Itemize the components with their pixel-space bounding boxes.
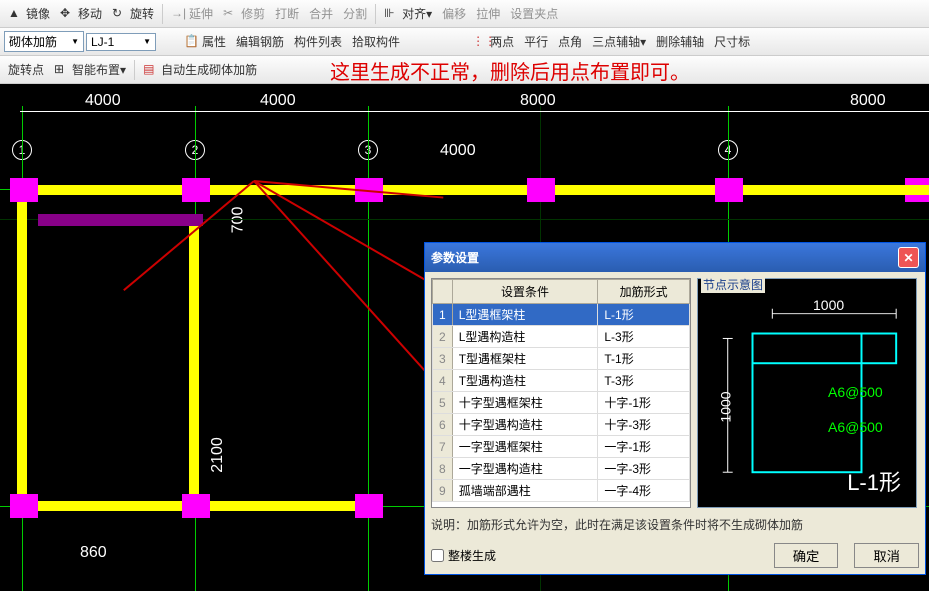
param-dialog: 参数设置 ✕ 设置条件加筋形式 1L型遇框架柱L-1形 2L型遇构造柱L-3形 … (424, 242, 926, 575)
separator (162, 4, 163, 24)
mirror-button[interactable]: ▲镜像 (4, 3, 54, 24)
move-icon: ✥ (60, 6, 76, 22)
mirror-icon: ▲ (8, 6, 24, 22)
toolbar-member: 砌体加筋▼ LJ-1▼ 📋属性 编辑钢筋 构件列表 拾取构件 ⋮⋮两点 平行 点… (0, 28, 929, 56)
rebar-label: A6@500 (828, 384, 883, 400)
column[interactable] (10, 494, 38, 518)
table-row[interactable]: 8一字型遇构造柱一字-3形 (433, 458, 690, 480)
condition-table[interactable]: 设置条件加筋形式 1L型遇框架柱L-1形 2L型遇构造柱L-3形 3T型遇框架柱… (431, 278, 691, 508)
edit-rebar-button[interactable]: 编辑钢筋 (232, 31, 288, 52)
setgrip-button[interactable]: 设置夹点 (506, 3, 562, 24)
checkbox[interactable] (431, 549, 444, 562)
table-row[interactable]: 9孤墙端部遇柱一字-4形 (433, 480, 690, 502)
toolbar-edit: ▲镜像 ✥移动 ↻旋转 →|延伸 ✂修剪 打断 合并 分割 ⊪对齐 ▾ 偏移 拉… (0, 0, 929, 28)
rotate-icon: ↻ (112, 6, 128, 22)
dim-text: 8000 (850, 92, 886, 110)
wall[interactable] (210, 501, 355, 511)
separator (134, 60, 135, 80)
three-point-aux-button[interactable]: 三点辅轴 ▾ (588, 31, 650, 52)
column[interactable] (182, 178, 210, 202)
move-button[interactable]: ✥移动 (56, 3, 106, 24)
dim-text: 4000 (440, 142, 476, 160)
close-button[interactable]: ✕ (898, 247, 919, 268)
extend-button[interactable]: →|延伸 (167, 3, 217, 24)
rebar-label: A6@500 (828, 419, 883, 435)
rotate-point-button[interactable]: 旋转点 (4, 59, 48, 80)
separator (375, 4, 376, 24)
preview-panel: 1000 1000 A6@500 A6@500 L-1形 (697, 278, 917, 508)
stretch-button[interactable]: 拉伸 (472, 3, 504, 24)
wall[interactable] (17, 202, 27, 494)
two-point-button[interactable]: ⋮⋮两点 (468, 31, 518, 52)
table-row[interactable]: 1L型遇框架柱L-1形 (433, 304, 690, 326)
wall[interactable] (743, 185, 929, 195)
column[interactable] (10, 178, 38, 202)
extend-icon: →| (171, 6, 187, 22)
col-form: 加筋形式 (598, 280, 690, 304)
dim-text: 700 (229, 207, 247, 234)
smart-icon: ⊞ (54, 62, 70, 78)
table-row[interactable]: 6十字型遇构造柱十字-3形 (433, 414, 690, 436)
merge-button[interactable]: 合并 (305, 3, 337, 24)
split-button[interactable]: 分割 (339, 3, 371, 24)
table-row[interactable]: 2L型遇构造柱L-3形 (433, 326, 690, 348)
dim-label-button[interactable]: 尺寸标 (710, 31, 754, 52)
column[interactable] (182, 494, 210, 518)
column[interactable] (715, 178, 743, 202)
col-condition: 设置条件 (452, 280, 598, 304)
name-dropdown[interactable]: LJ-1▼ (86, 33, 156, 51)
pick-member-button[interactable]: 拾取构件 (348, 31, 404, 52)
auto-icon: ▤ (143, 62, 159, 78)
wall[interactable] (38, 501, 182, 511)
annotation-text: 这里生成不正常，删除后用点布置即可。 (330, 56, 690, 85)
trim-button[interactable]: ✂修剪 (219, 3, 269, 24)
wall[interactable] (38, 214, 203, 226)
two-point-icon: ⋮⋮ (472, 34, 488, 50)
break-button[interactable]: 打断 (271, 3, 303, 24)
dialog-note: 说明：加筋形式允许为空，此时在满足该设置条件时将不生成砌体加筋 (431, 516, 919, 533)
smart-layout-button[interactable]: ⊞智能布置 ▾ (50, 59, 130, 80)
dim-text: 4000 (260, 92, 296, 110)
shape-label: L-1形 (847, 465, 901, 497)
trim-icon: ✂ (223, 6, 239, 22)
dim-line (20, 111, 929, 112)
chevron-down-icon: ▼ (143, 37, 151, 46)
align-button[interactable]: ⊪对齐 ▾ (380, 3, 436, 24)
ok-button[interactable]: 确定 (774, 543, 839, 568)
dim-text: 8000 (520, 92, 556, 110)
wall[interactable] (555, 185, 715, 195)
chevron-down-icon: ▼ (71, 37, 79, 46)
wall[interactable] (189, 226, 199, 494)
whole-building-check[interactable]: 整楼生成 (431, 547, 496, 564)
dim-text: 4000 (85, 92, 121, 110)
table-row[interactable]: 3T型遇框架柱T-1形 (433, 348, 690, 370)
auto-gen-button[interactable]: ▤自动生成砌体加筋 (139, 59, 261, 80)
parallel-button[interactable]: 平行 (520, 31, 552, 52)
dim-v: 1000 (718, 391, 734, 422)
rotate-button[interactable]: ↻旋转 (108, 3, 158, 24)
table-row[interactable]: 7一字型遇框架柱一字-1形 (433, 436, 690, 458)
type-dropdown[interactable]: 砌体加筋▼ (4, 31, 84, 52)
dim-h: 1000 (813, 297, 844, 313)
property-icon: 📋 (184, 34, 200, 50)
dim-text: 860 (80, 544, 107, 562)
dim-text: 2100 (209, 437, 227, 473)
property-button[interactable]: 📋属性 (180, 31, 230, 52)
column[interactable] (527, 178, 555, 202)
column[interactable] (355, 494, 383, 518)
table-row[interactable]: 5十字型遇框架柱十字-1形 (433, 392, 690, 414)
wall[interactable] (38, 185, 182, 195)
dialog-title-bar[interactable]: 参数设置 ✕ (425, 243, 925, 272)
member-list-button[interactable]: 构件列表 (290, 31, 346, 52)
delete-aux-button[interactable]: 删除辅轴 (652, 31, 708, 52)
corner-button[interactable]: 点角 (554, 31, 586, 52)
cancel-button[interactable]: 取消 (854, 543, 919, 568)
dialog-title: 参数设置 (431, 249, 479, 266)
offset-button[interactable]: 偏移 (438, 3, 470, 24)
preview-title: 节点示意图 (701, 276, 765, 293)
table-row[interactable]: 4T型遇构造柱T-3形 (433, 370, 690, 392)
align-icon: ⊪ (384, 6, 400, 22)
